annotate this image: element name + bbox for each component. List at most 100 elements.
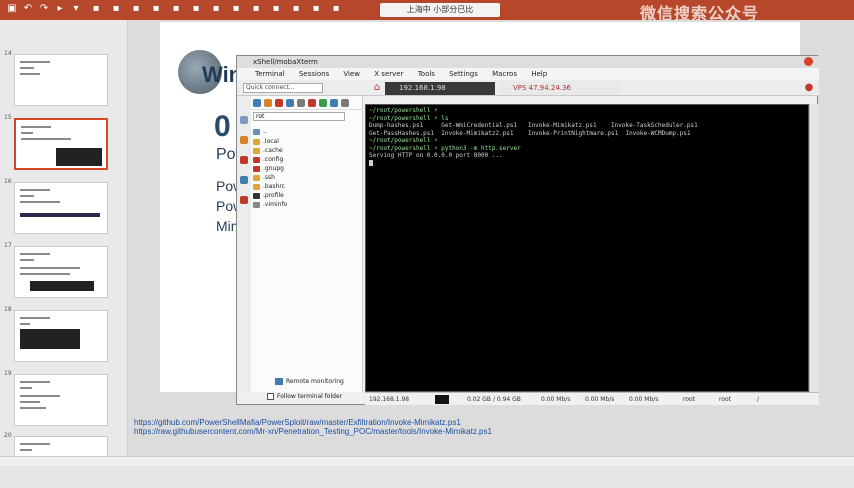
toolbar-icon[interactable]: ▪: [110, 3, 122, 15]
menu-xserver[interactable]: X server: [374, 70, 403, 78]
toolbar-icon[interactable]: ▪: [290, 3, 302, 15]
customize-icon[interactable]: ▾: [70, 3, 82, 15]
toolbar-icon[interactable]: ▪: [170, 3, 182, 15]
slide-thumbnail[interactable]: 19: [0, 370, 128, 426]
slide-preview: [14, 54, 108, 106]
file-row[interactable]: .config: [253, 156, 359, 164]
powerpoint-titlebar: ▣ ↶ ↷ ▸ ▾ ▪ ▪ ▪ ▪ ▪ ▪ ▪ ▪ ▪ ▪ ▪ ▪ ▪ 上海中 …: [0, 0, 854, 23]
status-user: root: [683, 396, 696, 403]
slide-number: 18: [4, 306, 12, 313]
download-icon[interactable]: [275, 99, 283, 107]
slide-number: 14: [4, 50, 12, 57]
menu-view[interactable]: View: [343, 70, 360, 78]
menu-macros[interactable]: Macros: [492, 70, 517, 78]
file-row[interactable]: .bashrc: [253, 183, 359, 191]
new-file-icon[interactable]: [297, 99, 305, 107]
app-titlebar: xShell/mobaXterm: [237, 56, 819, 68]
file-row[interactable]: .viminfo: [253, 201, 359, 209]
toolbar-icon[interactable]: ▪: [310, 3, 322, 15]
file-icon: [253, 201, 260, 208]
slide-thumbnail[interactable]: 16: [0, 178, 128, 234]
status-download: 0.00 Mb/s: [585, 396, 615, 403]
help-icon[interactable]: [240, 196, 248, 204]
macros-icon[interactable]: [240, 156, 248, 164]
terminal-cursor: [369, 159, 805, 168]
sftp-icon[interactable]: [240, 176, 248, 184]
toolbar-icon[interactable]: ▪: [210, 3, 222, 15]
terminal-line: ~/root/powershell ⚡: [369, 107, 438, 114]
sftp-browser: rot .. .local .cache .config .gnupg .ssh…: [237, 96, 363, 392]
slide-notes: https://github.com/PowerShellMafia/Power…: [134, 418, 492, 436]
undo-icon[interactable]: ↶: [22, 3, 34, 15]
slide-section-number: 0: [214, 110, 231, 143]
upload-icon[interactable]: [286, 99, 294, 107]
file-row[interactable]: .ssh: [253, 174, 359, 182]
path-input[interactable]: rot: [253, 112, 345, 121]
file-name: ..: [263, 128, 267, 135]
menu-settings[interactable]: Settings: [449, 70, 478, 78]
slide-number: 17: [4, 242, 12, 249]
new-folder-icon[interactable]: [319, 99, 327, 107]
terminal-line: ~/root/powershell ⚡: [369, 137, 438, 144]
menu-help[interactable]: Help: [531, 70, 547, 78]
file-row[interactable]: .profile: [253, 192, 359, 200]
terminal-scrollbar[interactable]: [809, 104, 818, 392]
toolbar-icon[interactable]: ▪: [330, 3, 342, 15]
mimikatz-link-1[interactable]: https://github.com/PowerShellMafia/Power…: [134, 418, 492, 427]
file-name: .config: [263, 156, 284, 163]
tab-session-2[interactable]: VPS 47.94.24.36: [499, 82, 619, 95]
toolbar-icon[interactable]: ▪: [230, 3, 242, 15]
checkbox-icon[interactable]: [267, 393, 274, 400]
file-icon: [253, 192, 260, 199]
redo-icon[interactable]: ↷: [38, 3, 50, 15]
slide-thumbnail[interactable]: 18: [0, 306, 128, 362]
bookmark-icon[interactable]: [330, 99, 338, 107]
terminal-line: Get-PassHashes.ps1 Invoke-Mimikatz2.ps1 …: [369, 129, 691, 137]
powerpoint-statusbar: [0, 456, 854, 466]
mimikatz-link-2[interactable]: https://raw.githubusercontent.com/Mr-xn/…: [134, 427, 492, 436]
status-host: 192.168.1.98: [369, 396, 410, 403]
settings-icon[interactable]: ●: [803, 82, 815, 94]
menu-tools[interactable]: Tools: [418, 70, 435, 78]
toolbar-icon[interactable]: ▪: [150, 3, 162, 15]
folder-icon: [253, 138, 260, 145]
home-icon[interactable]: ⌂: [371, 82, 383, 94]
tab-session-1[interactable]: 192.168.1.98: [385, 82, 495, 95]
terminal-line: ~/root/powershell ⚡ ls: [369, 114, 449, 122]
file-row[interactable]: .local: [253, 138, 359, 146]
close-icon[interactable]: [804, 57, 813, 66]
monitor-icon: [275, 378, 283, 385]
toolbar-icon[interactable]: ▪: [270, 3, 282, 15]
tools-icon[interactable]: [240, 136, 248, 144]
folder-icon: [253, 147, 260, 154]
file-row[interactable]: .gnupg: [253, 165, 359, 173]
slide-thumbnail[interactable]: 17: [0, 242, 128, 298]
terminal-output[interactable]: ~/root/powershell ⚡ ~/root/powershell ⚡ …: [365, 104, 809, 392]
up-folder-icon[interactable]: [253, 99, 261, 107]
slide-thumbnail[interactable]: 15: [0, 114, 128, 170]
remote-monitoring-button[interactable]: Remote monitoring: [275, 376, 361, 387]
quick-connect-input[interactable]: Quick connect...: [243, 83, 323, 93]
file-row[interactable]: .cache: [253, 147, 359, 155]
toolbar-icon[interactable]: ▪: [190, 3, 202, 15]
file-name: .ssh: [263, 174, 275, 181]
file-row[interactable]: ..: [253, 128, 359, 136]
slide-preview: [14, 374, 108, 426]
status-upload: 0.00 Mb/s: [541, 396, 571, 403]
status-path: /: [757, 396, 760, 403]
present-icon[interactable]: ▸: [54, 3, 66, 15]
follow-terminal-label: Follow terminal folder: [277, 393, 343, 400]
sessions-icon[interactable]: [240, 116, 248, 124]
toolbar-icon[interactable]: ▪: [130, 3, 142, 15]
folder-icon: [253, 165, 260, 172]
refresh-icon[interactable]: [264, 99, 272, 107]
delete-icon[interactable]: [308, 99, 316, 107]
menu-sessions[interactable]: Sessions: [299, 70, 329, 78]
menu-terminal[interactable]: Terminal: [255, 70, 285, 78]
slide-thumbnail[interactable]: 14: [0, 50, 128, 106]
more-icon[interactable]: [341, 99, 349, 107]
save-icon[interactable]: ▣: [6, 3, 18, 15]
toolbar-icon[interactable]: ▪: [90, 3, 102, 15]
toolbar-icon[interactable]: ▪: [250, 3, 262, 15]
status-network: 0.00 Mb/s: [629, 396, 659, 403]
